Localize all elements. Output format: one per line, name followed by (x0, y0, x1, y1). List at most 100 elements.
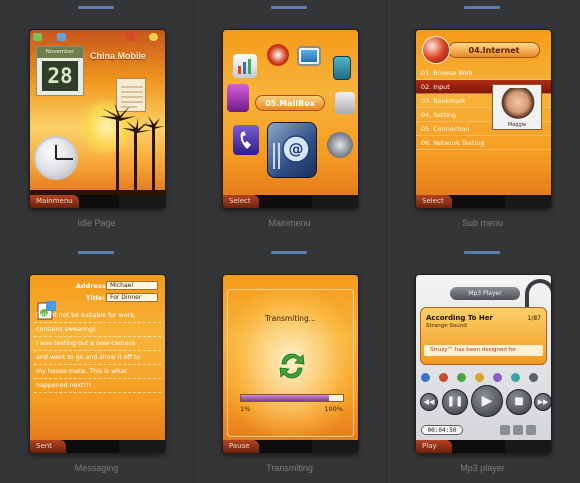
message-line: my house mate. This is what (34, 365, 161, 379)
playlist-icon[interactable] (493, 373, 502, 382)
progress-end-label: 100% (324, 405, 343, 413)
submenu-item[interactable]: 01. Browse Web (416, 66, 551, 80)
internet-icon (422, 36, 450, 64)
signal-icon (33, 33, 42, 41)
calendar-month: November (37, 47, 83, 58)
face-image (499, 88, 537, 120)
submenu-panel: 04.Internet 01. Browse Web 02. Input 03.… (386, 0, 579, 241)
chart-icon[interactable] (233, 54, 257, 78)
tv-icon[interactable] (297, 46, 321, 66)
add-icon[interactable] (511, 373, 520, 382)
next-button[interactable]: ▶▶ (534, 393, 551, 411)
clock-icon[interactable] (34, 136, 78, 180)
shuffle-icon[interactable] (457, 373, 466, 382)
mode-icon[interactable] (513, 425, 523, 435)
carrier-name: China Mobile (90, 51, 146, 61)
progress-fill (241, 395, 329, 401)
equalizer-icon[interactable] (475, 373, 484, 382)
mailbox-icon[interactable]: @ (267, 122, 317, 178)
repeat-icon[interactable] (421, 373, 430, 382)
message-line: contains swearing) (34, 323, 161, 337)
screen-caption: Sub menu (461, 218, 504, 228)
previous-button[interactable]: ◀◀ (420, 393, 438, 411)
player-header: Mp3 Player (450, 287, 520, 300)
softkey-bar: Mainmenu (30, 195, 165, 208)
title-label: Title: (86, 294, 106, 302)
softkey-left[interactable]: Pause (223, 440, 259, 453)
message-body[interactable]: (might not be suitable for work, contain… (34, 309, 161, 433)
search-icon[interactable] (529, 373, 538, 382)
track-number: 1/87 (527, 315, 541, 322)
softkey-right[interactable] (505, 440, 551, 453)
progress-start-label: 1% (240, 405, 251, 413)
lock-icon[interactable] (526, 425, 536, 435)
player-toolbar (419, 373, 548, 385)
svg-text:@: @ (289, 140, 304, 158)
folder-icon[interactable] (227, 84, 249, 112)
mp3-player-screen: Mp3 Player According To Her Strange Soun… (416, 275, 551, 453)
elapsed-time: 00:04:50 (421, 425, 463, 435)
battery-icon (126, 33, 135, 41)
softkey-left[interactable]: Mainmenu (30, 195, 79, 208)
mp3-player-panel: Mp3 Player According To Her Strange Soun… (386, 245, 579, 483)
divider (271, 251, 307, 254)
submenu-title: 04.Internet (448, 42, 540, 58)
calendar-day: 28 (42, 61, 78, 91)
phone-book-icon[interactable] (333, 56, 351, 80)
speaker-icon[interactable] (267, 44, 289, 66)
edit-icon[interactable] (439, 373, 448, 382)
softkey-bar: Sent (30, 440, 165, 453)
divider (464, 6, 500, 9)
messaging-screen: Address: Michael Title: For Dinner (migh… (30, 275, 165, 453)
status-bar (30, 33, 165, 43)
lyric-line: Struzy™ has been designed for (424, 345, 543, 356)
play-button[interactable]: ▶ (471, 385, 503, 417)
message-line: I was testing out a new camera (34, 337, 161, 351)
transmit-dialog: Transmiting... 1% 100% (227, 289, 354, 437)
softkey-right[interactable] (312, 440, 358, 453)
idle-screen: November 28 China Mobile Mainmenu (30, 30, 165, 208)
softkey-bar: Select (223, 195, 358, 208)
contact-photo: Maggie (492, 84, 542, 130)
submenu-item[interactable]: 06. Network Testing (416, 136, 551, 150)
softkey-left[interactable]: Play (416, 440, 452, 453)
alarm-icon (149, 33, 158, 41)
refresh-icon (279, 353, 305, 379)
stop-button[interactable]: ■ (506, 389, 532, 415)
message-line: (might not be suitable for work, (34, 309, 161, 323)
softkey-right[interactable] (312, 195, 358, 208)
settings-icon[interactable] (327, 132, 353, 158)
message-line: and went to go and show it off to (34, 351, 161, 365)
address-field[interactable]: Michael (106, 281, 158, 290)
call-icon[interactable] (233, 125, 259, 155)
address-label: Address: (76, 282, 109, 290)
divider (78, 6, 114, 9)
menu-title: 05.MailBox (255, 95, 325, 111)
submenu-screen: 04.Internet 01. Browse Web 02. Input 03.… (416, 30, 551, 208)
transmitting-panel: Transmiting... 1% 100% Pause Transmiting (193, 245, 386, 483)
pause-button[interactable]: ❚❚ (442, 389, 468, 415)
softkey-left[interactable]: Select (223, 195, 259, 208)
softkey-right[interactable] (119, 195, 165, 208)
transmitting-screen: Transmiting... 1% 100% Pause (223, 275, 358, 453)
softkey-right[interactable] (119, 440, 165, 453)
screen-caption: Messaging (74, 463, 119, 473)
message-line: happened next!!! (34, 379, 161, 393)
softkey-left[interactable]: Select (416, 195, 452, 208)
softkey-bar: Play (416, 440, 551, 453)
transmit-status: Transmiting... (265, 314, 316, 323)
track-info: According To Her Strange Sound 1/87 Stru… (420, 307, 547, 365)
screen-caption: Mainmenu (268, 218, 311, 228)
softkey-left[interactable]: Sent (30, 440, 66, 453)
idle-page-panel: November 28 China Mobile Mainmenu Idle P… (0, 0, 193, 241)
tools-icon[interactable] (335, 92, 355, 114)
screen-caption: Transmiting (266, 463, 313, 473)
calendar-widget[interactable]: November 28 (36, 46, 84, 96)
softkey-right[interactable] (505, 195, 551, 208)
volume-icon[interactable] (500, 425, 510, 435)
divider (271, 6, 307, 9)
divider (78, 251, 114, 254)
messaging-panel: Address: Michael Title: For Dinner (migh… (0, 245, 193, 483)
title-field[interactable]: For Dinner (106, 293, 158, 302)
divider (464, 251, 500, 254)
